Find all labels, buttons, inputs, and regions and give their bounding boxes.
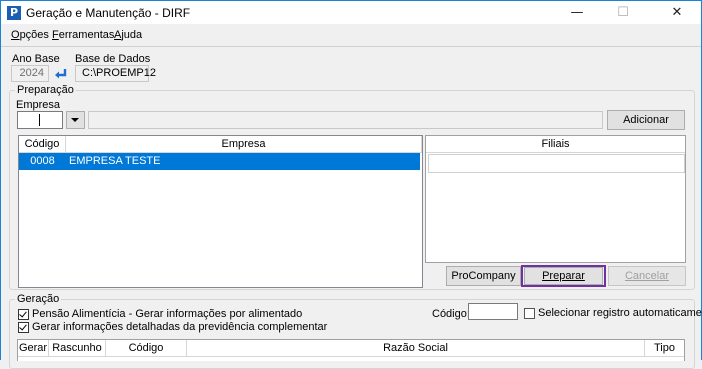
menu-bar: Opções Ferramentas Ajuda <box>1 25 701 45</box>
close-button[interactable]: ✕ <box>654 1 700 24</box>
menu-opcoes-accel: O <box>11 29 20 41</box>
codigo-label: Código: <box>432 308 470 320</box>
codigo-input[interactable] <box>468 303 518 320</box>
text-caret <box>39 114 40 126</box>
menu-ferramentas-label: erramentas <box>58 29 115 41</box>
menu-ajuda[interactable]: Ajuda <box>114 29 142 41</box>
menu-ferramentas[interactable]: Ferramentas <box>52 29 114 41</box>
refresh-year-icon[interactable] <box>53 66 69 81</box>
menu-opcoes-label: pções <box>19 29 49 41</box>
col-header-razao-social[interactable]: Razão Social <box>187 340 645 357</box>
cell-empresa: EMPRESA TESTE <box>69 155 161 167</box>
col-header-empresa[interactable]: Empresa <box>66 136 422 153</box>
window-title: Geração e Manutenção - DIRF <box>26 6 191 20</box>
menu-opcoes[interactable]: Opções <box>11 29 49 41</box>
table-row[interactable]: 0008 EMPRESA TESTE <box>19 153 420 170</box>
empresa-code-input[interactable] <box>17 111 63 129</box>
ano-base-field[interactable]: 2024 <box>11 65 49 82</box>
menu-ferramentas-accel: F <box>52 29 59 41</box>
geracao-legend: Geração <box>15 293 62 305</box>
previdencia-checkbox[interactable] <box>18 322 29 333</box>
maximize-button[interactable]: ☐ <box>600 1 646 24</box>
cell-codigo: 0008 <box>30 155 55 167</box>
filiais-empty-row[interactable] <box>428 154 685 173</box>
col-header-codigo-geracao[interactable]: Código <box>106 340 187 357</box>
geracao-grid[interactable]: Gerar Rascunho Código Razão Social Tipo <box>17 339 685 361</box>
previdencia-label[interactable]: Gerar informações detalhadas da previdên… <box>32 321 327 333</box>
empresa-name-field <box>88 111 603 129</box>
empresa-label: Empresa <box>16 99 61 111</box>
title-bar[interactable]: P Geração e Manutenção - DIRF — ☐ ✕ <box>1 1 701 24</box>
preparar-button[interactable]: Preparar <box>524 267 603 285</box>
ano-base-label: Ano Base <box>12 53 60 65</box>
procompany-button[interactable]: ProCompany <box>446 266 521 286</box>
cancelar-button[interactable]: Cancelar <box>608 266 686 286</box>
pensao-label[interactable]: Pensão Alimentícia - Gerar informações p… <box>32 308 302 320</box>
pensao-checkbox[interactable] <box>18 309 29 320</box>
chevron-down-icon <box>71 118 79 122</box>
auto-select-label[interactable]: Selecionar registro automaticamente <box>538 307 702 319</box>
menu-separator <box>1 46 701 47</box>
menu-ajuda-label: juda <box>121 29 143 41</box>
app-logo-icon: P <box>7 6 21 20</box>
col-header-codigo[interactable]: Código <box>19 136 66 153</box>
filiais-grid[interactable]: Filiais <box>425 135 686 263</box>
adicionar-button[interactable]: Adicionar <box>607 110 685 130</box>
preparacao-legend: Preparação <box>15 84 76 96</box>
col-header-filiais[interactable]: Filiais <box>426 136 685 153</box>
base-dados-label: Base de Dados <box>75 53 151 65</box>
auto-select-checkbox[interactable] <box>524 308 535 319</box>
empresa-grid[interactable]: Código Empresa 0008 EMPRESA TESTE <box>18 135 423 288</box>
minimize-button[interactable]: — <box>554 1 600 24</box>
col-header-gerar[interactable]: Gerar <box>18 340 49 357</box>
col-header-rascunho[interactable]: Rascunho <box>49 340 106 357</box>
base-dados-field: C:\PROEMP12 <box>75 65 156 82</box>
empresa-dropdown-button[interactable] <box>66 111 85 129</box>
col-header-tipo[interactable]: Tipo <box>645 340 684 357</box>
